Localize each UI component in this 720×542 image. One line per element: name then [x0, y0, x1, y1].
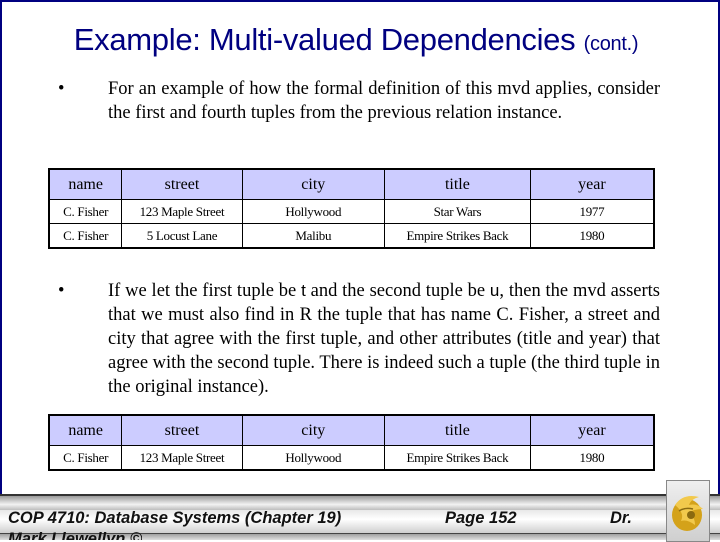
cell-name: C. Fisher [48, 445, 123, 471]
title-suffix: (cont.) [583, 33, 639, 55]
column-header-year: year [529, 414, 655, 446]
table-row: C. Fisher 123 Maple Street Hollywood Emp… [48, 445, 655, 471]
table-row: C. Fisher 123 Maple Street Hollywood Sta… [48, 199, 655, 224]
footer-author: Mark Llewellyn © [8, 530, 143, 540]
variable-u: u [489, 281, 500, 300]
bullet-point-2: • If we let the first tuple be t and the… [58, 279, 660, 399]
cell-city: Malibu [241, 223, 385, 249]
relation-table-2: name street city title year C. Fisher 12… [48, 414, 655, 471]
column-header-street: street [121, 414, 243, 446]
column-header-city: city [241, 414, 385, 446]
bullet-text-2b: and the second tuple be [305, 281, 490, 301]
cell-city: Hollywood [241, 445, 385, 471]
column-header-street: street [121, 168, 243, 200]
bullet-text-1: For an example of how the formal definit… [108, 79, 660, 123]
pegasus-logo-graphic [672, 496, 703, 531]
relation-table-1: name street city title year C. Fisher 12… [48, 168, 655, 249]
table-header-row: name street city title year [48, 168, 655, 200]
cell-year: 1980 [529, 445, 655, 471]
column-header-title: title [383, 414, 531, 446]
cell-street: 123 Maple Street [121, 445, 243, 471]
cell-year: 1980 [529, 223, 655, 249]
footer-dr: Dr. [610, 509, 633, 527]
column-header-title: title [383, 168, 531, 200]
cell-year: 1977 [529, 199, 655, 224]
bullet-point-1: • For an example of how the formal defin… [58, 77, 660, 125]
cell-title: Empire Strikes Back [383, 445, 531, 471]
table-header-row: name street city title year [48, 414, 655, 446]
bullet-icon: • [58, 281, 65, 301]
cell-street: 5 Locust Lane [121, 223, 243, 249]
cell-title: Star Wars [383, 199, 531, 224]
cell-name: C. Fisher [48, 199, 123, 224]
column-header-name: name [48, 168, 123, 200]
cell-title: Empire Strikes Back [383, 223, 531, 249]
slide-title: Example: Multi-valued Dependencies (cont… [0, 22, 712, 58]
column-header-name: name [48, 414, 123, 446]
ucf-pegasus-logo-icon [666, 480, 710, 542]
cell-city: Hollywood [241, 199, 385, 224]
cell-name: C. Fisher [48, 223, 123, 249]
title-main: Example: Multi-valued Dependencies [73, 22, 576, 57]
slide-footer: COP 4710: Database Systems (Chapter 19) … [0, 494, 720, 540]
cell-street: 123 Maple Street [121, 199, 243, 224]
bullet-text-2a: If we let the first tuple be [108, 281, 302, 301]
column-header-city: city [241, 168, 385, 200]
column-header-year: year [529, 168, 655, 200]
bullet-icon: • [58, 79, 65, 99]
table-row: C. Fisher 5 Locust Lane Malibu Empire St… [48, 223, 655, 249]
footer-course: COP 4710: Database Systems (Chapter 19) [8, 509, 342, 527]
footer-page-number: Page 152 [445, 509, 517, 527]
